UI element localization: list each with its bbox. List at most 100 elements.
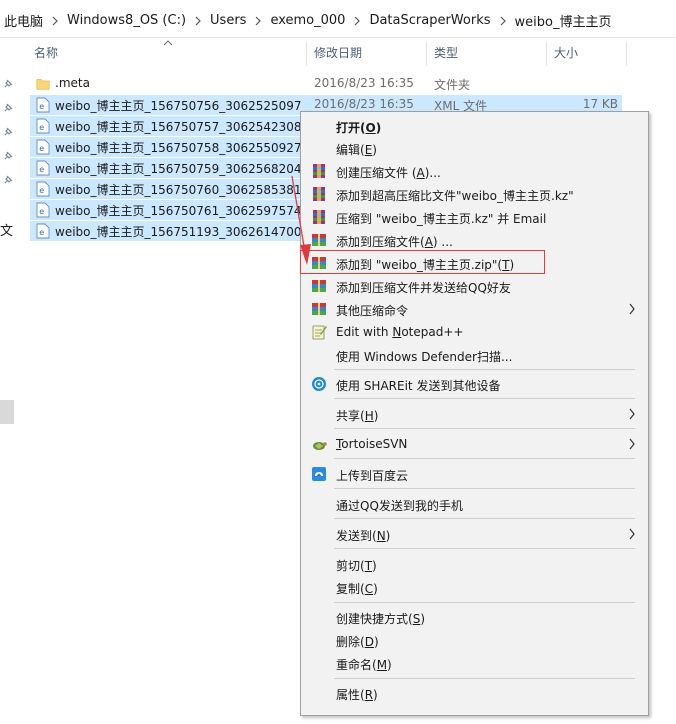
file-date: 2016/8/23 16:35 xyxy=(314,97,414,111)
menu-item-create-archive[interactable]: 创建压缩文件 (A)... xyxy=(303,160,646,183)
column-header-row: 名称 修改日期 类型 大小 xyxy=(28,38,628,68)
menu-item-create-shortcut[interactable]: 创建快捷方式(S) xyxy=(303,606,646,629)
nav-item-label[interactable]: 文 xyxy=(0,220,13,239)
menu-separator xyxy=(334,602,635,603)
menu-item-add-kz[interactable]: 添加到超高压缩比文件"weibo_博主主页.kz" xyxy=(303,183,646,206)
file-type: 文件夹 xyxy=(434,78,471,92)
pin-icon[interactable] xyxy=(2,78,14,90)
menu-item-label: 复制(C) xyxy=(336,582,378,596)
menu-item-open[interactable]: 打开(O) xyxy=(303,115,646,138)
pin-icon[interactable] xyxy=(2,126,14,138)
menu-item-label: TortoiseSVN xyxy=(336,437,408,451)
menu-separator xyxy=(334,369,635,370)
breadcrumb-datascraper[interactable]: DataScraperWorks xyxy=(365,13,494,28)
pin-icon[interactable] xyxy=(2,150,14,162)
menu-item-cut[interactable]: 剪切(T) xyxy=(303,553,646,576)
menu-item-label: 使用 SHAREit 发送到其他设备 xyxy=(336,379,501,393)
menu-separator xyxy=(334,458,635,459)
column-size-header[interactable]: 大小 xyxy=(548,38,626,68)
menu-item-label: 添加到压缩文件并发送给QQ好友 xyxy=(336,281,511,295)
menu-separator xyxy=(334,398,635,399)
xml-file-icon: e xyxy=(36,223,50,239)
chevron-right-icon[interactable] xyxy=(190,14,206,27)
file-name: weibo_博主主页_156750757_3062542308 xyxy=(55,120,302,134)
menu-item-shareit[interactable]: 使用 SHAREit 发送到其他设备 xyxy=(303,373,646,396)
menu-item-share[interactable]: 共享(H) xyxy=(303,403,646,426)
archive-stack-icon xyxy=(312,280,326,292)
menu-separator xyxy=(334,548,635,549)
xml-file-icon: e xyxy=(36,160,50,176)
chevron-right-icon xyxy=(629,528,635,540)
nav-selected-item[interactable] xyxy=(0,400,14,424)
svg-text:e: e xyxy=(39,228,44,237)
menu-item-defender-scan[interactable]: 使用 Windows Defender扫描... xyxy=(303,344,646,367)
xml-file-icon: e xyxy=(36,202,50,218)
chevron-right-icon[interactable] xyxy=(250,14,266,27)
menu-item-tortoisesvn[interactable]: TortoiseSVN xyxy=(303,433,646,456)
column-name-header[interactable]: 名称 xyxy=(28,38,306,68)
menu-item-rename[interactable]: 重命名(M) xyxy=(303,652,646,675)
menu-item-label: 使用 Windows Defender扫描... xyxy=(336,350,513,364)
tortoise-icon xyxy=(313,442,327,450)
pin-icon[interactable] xyxy=(2,102,14,114)
menu-item-label: 创建压缩文件 (A)... xyxy=(336,166,441,180)
breadcrumb-users[interactable]: Users xyxy=(206,13,250,28)
breadcrumb-this-pc[interactable]: 此电脑 xyxy=(0,11,47,30)
menu-item-label: 共享(H) xyxy=(336,409,379,423)
column-type-header[interactable]: 类型 xyxy=(428,38,546,68)
menu-item-send-to[interactable]: 发送到(N) xyxy=(303,523,646,546)
winrar-icon xyxy=(313,210,325,224)
menu-item-delete[interactable]: 删除(D) xyxy=(303,629,646,652)
menu-item-label: 创建快捷方式(S) xyxy=(336,612,425,626)
menu-item-edit[interactable]: 编辑(E) xyxy=(303,137,646,160)
menu-item-properties[interactable]: 属性(R) xyxy=(303,682,646,705)
chevron-right-icon[interactable] xyxy=(349,14,365,27)
menu-item-other-compress[interactable]: 其他压缩命令 xyxy=(303,298,646,321)
menu-separator xyxy=(334,488,635,489)
chevron-right-icon xyxy=(629,303,635,315)
breadcrumb: 此电脑 Windows8_OS (C:) Users exemo_000 Dat… xyxy=(0,6,676,34)
menu-item-label: 编辑(E) xyxy=(336,143,377,157)
column-divider[interactable] xyxy=(306,42,307,66)
cloud-upload-icon xyxy=(312,467,326,481)
menu-item-label: 发送到(N) xyxy=(336,529,391,543)
shareit-icon xyxy=(312,377,326,391)
highlight-box xyxy=(300,250,545,274)
xml-file-icon: e xyxy=(36,118,50,134)
breadcrumb-user[interactable]: exemo_000 xyxy=(266,13,349,28)
column-divider[interactable] xyxy=(426,42,427,66)
menu-item-label: 剪切(T) xyxy=(336,559,377,573)
menu-item-label: 添加到压缩文件(A) ... xyxy=(336,235,453,249)
winrar-icon xyxy=(313,164,325,178)
menu-item-label: 属性(R) xyxy=(336,688,378,702)
address-bar[interactable]: 此电脑 Windows8_OS (C:) Users exemo_000 Dat… xyxy=(0,0,676,38)
navigation-pane: 文 xyxy=(0,38,28,724)
svg-text:e: e xyxy=(39,144,44,153)
svg-text:e: e xyxy=(39,186,44,195)
menu-item-qq-send-phone[interactable]: 通过QQ发送到我的手机 xyxy=(303,493,646,516)
menu-item-add-to-archive[interactable]: 添加到压缩文件(A) ... xyxy=(303,229,646,252)
column-date-header[interactable]: 修改日期 xyxy=(308,38,426,68)
chevron-right-icon[interactable] xyxy=(495,14,511,27)
list-item[interactable]: .meta 2016/8/23 16:35 文件夹 xyxy=(28,74,628,95)
breadcrumb-current-folder[interactable]: weibo_博主主页 xyxy=(511,11,616,30)
column-divider[interactable] xyxy=(546,42,547,66)
menu-item-add-send-qq[interactable]: 添加到压缩文件并发送给QQ好友 xyxy=(303,275,646,298)
svg-text:e: e xyxy=(39,102,44,111)
file-name: weibo_博主主页_156750758_3062550927 xyxy=(55,141,302,155)
menu-item-label: Edit with Notepad++ xyxy=(336,325,464,339)
file-date: 2016/8/23 16:35 xyxy=(314,76,414,90)
menu-item-label: 打开(O) xyxy=(336,121,382,135)
menu-separator xyxy=(334,678,635,679)
breadcrumb-drive[interactable]: Windows8_OS (C:) xyxy=(63,13,190,28)
menu-item-compress-email[interactable]: 压缩到 "weibo_博主主页.kz" 并 Email xyxy=(303,206,646,229)
menu-item-baidu-cloud[interactable]: 上传到百度云 xyxy=(303,463,646,486)
file-name: weibo_博主主页_156751193_3062614700 xyxy=(55,225,302,239)
folder-icon xyxy=(36,79,50,90)
pin-icon[interactable] xyxy=(2,174,14,186)
menu-item-copy[interactable]: 复制(C) xyxy=(303,576,646,599)
menu-item-notepad[interactable]: Edit with Notepad++ xyxy=(303,321,646,344)
column-divider[interactable] xyxy=(626,42,627,66)
file-name: weibo_博主主页_156750760_3062585381 xyxy=(55,183,302,197)
chevron-right-icon[interactable] xyxy=(47,14,63,27)
